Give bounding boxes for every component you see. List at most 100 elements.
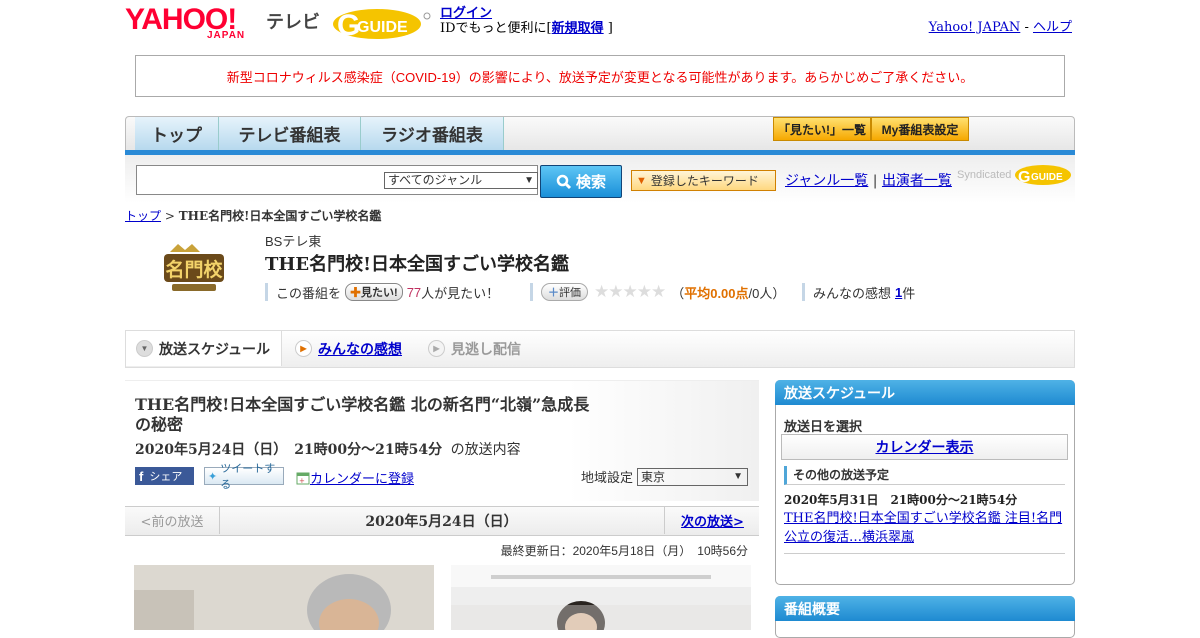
mitai-list-button[interactable]: 「見たい!」一覧 [773, 117, 871, 141]
region-select[interactable]: 東京 ▼ [637, 467, 749, 486]
impressions-section: みんなの感想 1件 [802, 283, 915, 301]
gguide-logo: G GUIDE [333, 6, 433, 42]
login-desc-prefix: IDでもっと便利に[ [440, 21, 552, 36]
impressions-suffix: 件 [902, 285, 916, 301]
twitter-bird-icon: ✦ [208, 470, 218, 483]
impressions-count-link[interactable]: 1 [895, 285, 902, 300]
mitai-button[interactable]: ✚見たい! [345, 283, 403, 301]
chevron-down-icon: ▼ [733, 470, 744, 482]
svg-text:GUIDE: GUIDE [357, 19, 408, 36]
other-schedule-item[interactable]: THE名門校!日本全国すごい学校名鑑 注目!名門公立の復活…横浜翠嵐 [784, 509, 1068, 547]
my-settings-button[interactable]: My番組表設定 [871, 117, 969, 141]
covid-notice: 新型コロナウィルス感染症（COVID-19）の影響により、放送予定が変更となる可… [135, 55, 1065, 97]
syndicated-gguide: Syndicated G GUIDE [957, 164, 1073, 186]
facebook-icon: f [139, 468, 144, 484]
search-icon [556, 174, 572, 189]
sidebar-select-date: 放送日を選択 [784, 419, 863, 434]
avg-suffix: /0人） [748, 285, 786, 301]
current-episode-date: 2020年5月24日（日） [365, 513, 518, 530]
tab-missed: ▶ 見逃し配信 [428, 331, 521, 366]
gguide-small-icon: G GUIDE [1014, 165, 1071, 186]
plus-icon: ✚ [350, 287, 362, 299]
keyword-button[interactable]: ▼ 登録したキーワード [631, 170, 776, 191]
logo-sub: JAPAN [207, 30, 246, 41]
chevron-down-icon: ▼ [524, 175, 534, 186]
episode-title: THE名門校!日本全国すごい学校名鑑 北の新名門“北嶺”急成長の秘密 [135, 395, 590, 434]
episode-date-line: 2020年5月24日（日） 21時00分～21時54分 の放送内容 [135, 439, 521, 459]
mitai-suffix: 人が見たい！ [421, 285, 500, 301]
next-episode[interactable]: 次の放送> [664, 507, 760, 534]
tab-impressions[interactable]: ▶ みんなの感想 [295, 331, 402, 366]
eval-button[interactable]: ＋評価 [541, 283, 588, 301]
tab-impressions-label: みんなの感想 [318, 340, 402, 357]
region-setting: 地域設定 東京 ▼ [581, 467, 749, 486]
genre-select-value: すべてのジャンル [388, 173, 483, 187]
avg-score: 平均0.00点 [684, 285, 749, 301]
sidebar-summary-head: 番組概要 [775, 596, 1075, 621]
episode-date: 2020年5月24日（日） 21時00分～21時54分 [135, 442, 443, 458]
person-photo-icon [134, 565, 434, 630]
link-separator: - [1024, 20, 1029, 35]
yahoo-japan-link[interactable]: Yahoo! JAPAN [929, 20, 1021, 35]
login-area: ログイン IDでもっと便利に[新規取得 ] [440, 6, 613, 36]
facebook-share-button[interactable]: f シェア [135, 467, 194, 485]
gguide-logo-icon: G GUIDE [333, 9, 431, 42]
top-links: Yahoo! JAPAN - ヘルプ [929, 16, 1072, 35]
breadcrumb-current: THE名門校!日本全国すごい学校名鑑 [178, 209, 382, 223]
search-button-label: 検索 [575, 174, 606, 191]
tab-schedule[interactable]: ▼ 放送スケジュール [126, 331, 282, 366]
facebook-share-label: シェア [149, 471, 183, 483]
play-icon: ▶ [295, 340, 312, 357]
yahoo-japan-logo[interactable]: YAHOO! JAPAN [125, 5, 261, 43]
calendar-register[interactable]: + カレンダーに登録 [296, 468, 414, 487]
genre-list-link[interactable]: ジャンル一覧 [785, 173, 868, 189]
region-value: 東京 [641, 469, 666, 484]
mitai-button-label: 見たい! [361, 287, 398, 299]
impressions-label: みんなの感想 [813, 285, 892, 301]
sidebar-schedule-head: 放送スケジュール [775, 380, 1075, 405]
breadcrumb-sep: > [164, 209, 175, 223]
performer-list-link[interactable]: 出演者一覧 [882, 173, 952, 189]
play-icon: ▶ [428, 340, 445, 357]
breadcrumb: トップ > THE名門校!日本全国すごい学校名鑑 [125, 207, 381, 224]
other-schedule-date: 2020年5月31日 21時00分～21時54分 [784, 493, 1018, 507]
program-title: THE名門校!日本全国すごい学校名鑑 [265, 254, 570, 275]
avg-prefix: （ [671, 285, 685, 301]
search-button[interactable]: 検索 [540, 165, 622, 198]
eval-section: ＋評価 ★★★★★ （平均0.00点/0人） [530, 282, 786, 301]
calendar-button[interactable]: カレンダー表示 [781, 434, 1068, 460]
channel-name: BSテレ東 [265, 234, 322, 249]
keyword-button-label: 登録したキーワード [650, 174, 759, 188]
tab-top[interactable]: トップ [135, 117, 219, 150]
episode-photo-2 [451, 565, 751, 630]
calendar-register-link: カレンダーに登録 [310, 472, 415, 487]
prev-episode: <前の放送 [125, 507, 220, 534]
triangle-down-icon: ▼ [636, 174, 647, 187]
program-logo: 名門校 [140, 238, 230, 300]
plus-icon: ＋ [548, 287, 559, 299]
tweet-label: ツイートする [220, 463, 276, 491]
calendar-button-label: カレンダー表示 [875, 440, 974, 456]
svg-text:G: G [1018, 169, 1030, 186]
episode-date-suffix: の放送内容 [450, 442, 521, 458]
other-schedule-link: THE名門校!日本全国すごい学校名鑑 注目!名門公立の復活…横浜翠嵐 [784, 511, 1063, 545]
mitai-count: 77 [406, 284, 422, 300]
login-link[interactable]: ログイン [440, 6, 492, 21]
tab-missed-label: 見逃し配信 [451, 340, 521, 357]
tweet-button[interactable]: ✦ ツイートする [204, 463, 284, 491]
tab-tv-schedule[interactable]: テレビ番組表 [219, 117, 361, 150]
syndicated-label: Syndicated [957, 168, 1012, 181]
program-logo-icon: 名門校 [164, 244, 224, 291]
tab-schedule-label: 放送スケジュール [159, 340, 271, 357]
next-episode-link: 次の放送> [681, 515, 744, 530]
other-schedule-head: その他の放送予定 [784, 466, 1065, 485]
signup-link[interactable]: 新規取得 [552, 21, 604, 36]
breadcrumb-top[interactable]: トップ [125, 209, 161, 223]
svg-text:名門校: 名門校 [165, 258, 223, 281]
svg-text:GUIDE: GUIDE [1031, 172, 1063, 183]
person-photo-icon [451, 565, 751, 630]
genre-select[interactable]: すべてのジャンル ▼ [384, 172, 538, 189]
help-link[interactable]: ヘルプ [1033, 20, 1072, 35]
mitai-section: この番組を ✚見たい! 77 人が見たい！ [265, 283, 499, 301]
tab-radio-schedule[interactable]: ラジオ番組表 [361, 117, 504, 150]
